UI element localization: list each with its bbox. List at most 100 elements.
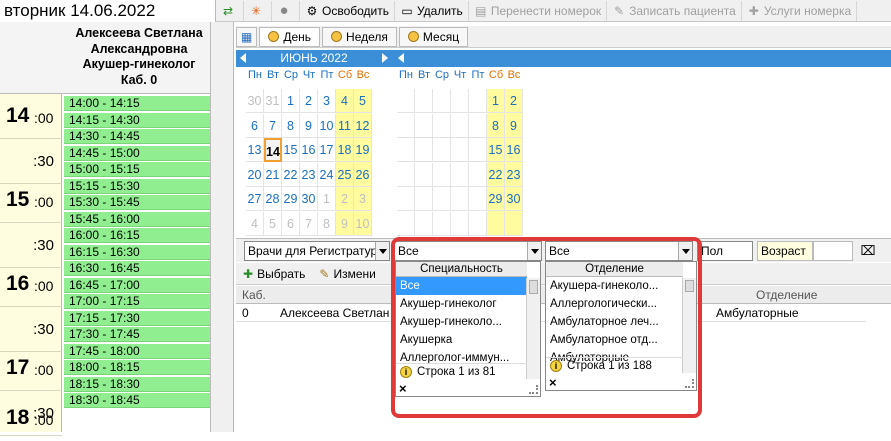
calendar-day[interactable]: 2 xyxy=(336,187,354,211)
calendar-day[interactable]: 8 xyxy=(282,113,300,138)
star-button[interactable]: ✳ xyxy=(244,0,272,21)
calendar-day[interactable]: 17 xyxy=(318,138,336,162)
calendar-day[interactable]: 22 xyxy=(282,162,300,187)
calendar-day[interactable]: 7 xyxy=(300,211,318,236)
calendar-day[interactable]: 5 xyxy=(354,89,372,113)
time-slot[interactable]: 15:00 - 15:15 xyxy=(64,162,210,177)
calendar-day xyxy=(451,89,469,113)
time-slot[interactable]: 16:45 - 17:00 xyxy=(64,277,210,293)
calendar-day[interactable]: 2 xyxy=(505,89,523,113)
tab-week[interactable]: Неделя xyxy=(322,26,397,47)
calendar-day[interactable]: 10 xyxy=(318,113,336,138)
calendar-day[interactable]: 16 xyxy=(300,138,318,162)
calendar-day[interactable]: 31 xyxy=(264,89,282,113)
calendar-day[interactable]: 6 xyxy=(282,211,300,236)
select-button[interactable]: ✚ Выбрать xyxy=(236,267,312,281)
time-slot[interactable]: 14:00 - 14:15 xyxy=(64,96,210,111)
refresh-button[interactable]: ⇄ xyxy=(216,0,244,21)
hour-label: 16 xyxy=(6,272,30,295)
time-slot[interactable]: 16:15 - 16:30 xyxy=(64,244,210,260)
time-slot[interactable]: 16:00 - 16:15 xyxy=(64,228,210,243)
calendar-day[interactable]: 29 xyxy=(487,187,505,211)
calendar-day xyxy=(397,89,415,113)
edit-button[interactable]: ✎ Измени xyxy=(312,267,382,281)
time-slot[interactable]: 18:15 - 18:30 xyxy=(64,376,210,392)
calendar-day[interactable]: 29 xyxy=(282,187,300,211)
calendar-day[interactable]: 15 xyxy=(282,138,300,162)
calendar-day xyxy=(469,211,487,236)
calendar-day[interactable]: 1 xyxy=(282,89,300,113)
calendar-day[interactable]: 9 xyxy=(300,113,318,138)
age-input[interactable] xyxy=(813,241,853,261)
calendar-day[interactable]: 22 xyxy=(487,162,505,187)
time-slot[interactable]: 17:30 - 17:45 xyxy=(64,327,210,342)
calendar-day[interactable]: 19 xyxy=(354,138,372,162)
calendar-day[interactable]: 8 xyxy=(487,113,505,138)
calendar-day[interactable]: 9 xyxy=(505,113,523,138)
time-slot[interactable]: 16:30 - 16:45 xyxy=(64,261,210,276)
time-slot[interactable]: 15:45 - 16:00 xyxy=(64,211,210,227)
time-slot[interactable]: 18:30 - 18:45 xyxy=(64,393,210,408)
minute-label: :00 xyxy=(34,278,54,294)
calendar-day[interactable]: 9 xyxy=(336,211,354,236)
record-patient-button[interactable]: ✎ Записать пациента xyxy=(607,0,742,21)
calendar-day[interactable]: 14 xyxy=(264,138,282,162)
calendar-day[interactable]: 3 xyxy=(354,187,372,211)
calendar-day[interactable]: 5 xyxy=(264,211,282,236)
calendar-day[interactable]: 25 xyxy=(336,162,354,187)
calendar-day[interactable]: 15 xyxy=(487,138,505,162)
time-slot[interactable]: 15:15 - 15:30 xyxy=(64,178,210,194)
record-button[interactable]: ● xyxy=(272,0,300,21)
calendar-day[interactable]: 2 xyxy=(300,89,318,113)
time-slot[interactable]: 18:00 - 18:15 xyxy=(64,360,210,375)
calendar-day[interactable]: 4 xyxy=(336,89,354,113)
calendar-day[interactable]: 10 xyxy=(354,211,372,236)
calendar-day[interactable]: 20 xyxy=(246,162,264,187)
prev-month-icon[interactable] xyxy=(240,53,246,63)
time-slot[interactable]: 14:15 - 14:30 xyxy=(64,112,210,128)
calendar-button[interactable]: ▦ xyxy=(236,26,258,47)
calendar-day[interactable]: 1 xyxy=(487,89,505,113)
calendar-day[interactable]: 18 xyxy=(336,138,354,162)
doctors-group-select[interactable]: Врачи для Регистратуры xyxy=(244,241,390,261)
calendar-day[interactable]: 3 xyxy=(318,89,336,113)
calendar-day[interactable]: 21 xyxy=(264,162,282,187)
calendar-day[interactable]: 13 xyxy=(246,138,264,162)
calendar-day[interactable]: 4 xyxy=(246,211,264,236)
calendar-day[interactable]: 27 xyxy=(246,187,264,211)
calendar-day[interactable]: 28 xyxy=(264,187,282,211)
time-slot[interactable]: 17:45 - 18:00 xyxy=(64,343,210,359)
calendar-day[interactable]: 11 xyxy=(336,113,354,138)
calendar-header: ИЮНЬ 2022 xyxy=(236,50,891,67)
time-slot[interactable]: 17:15 - 17:30 xyxy=(64,310,210,326)
tab-day[interactable]: День xyxy=(259,26,321,47)
splitter[interactable] xyxy=(210,22,234,432)
calendar-day[interactable]: 30 xyxy=(505,187,523,211)
calendar-day[interactable]: 24 xyxy=(318,162,336,187)
calendar-day[interactable]: 26 xyxy=(354,162,372,187)
tab-month[interactable]: Месяц xyxy=(398,26,469,47)
clear-filter-icon[interactable]: ⌧ xyxy=(858,243,878,259)
services-label: Услуги номерка xyxy=(763,3,852,18)
calendar-day[interactable]: 23 xyxy=(300,162,318,187)
gender-select[interactable]: Пол xyxy=(697,241,753,261)
next-month-icon[interactable] xyxy=(382,53,388,63)
calendar-day[interactable]: 12 xyxy=(354,113,372,138)
release-button[interactable]: ⚙ Освободить xyxy=(300,0,395,21)
calendar-day[interactable]: 30 xyxy=(300,187,318,211)
delete-button[interactable]: ▭ Удалить xyxy=(395,0,469,21)
time-slot[interactable]: 15:30 - 15:45 xyxy=(64,195,210,210)
calendar-day[interactable]: 6 xyxy=(246,113,264,138)
calendar-day[interactable]: 30 xyxy=(246,89,264,113)
calendar-day[interactable]: 23 xyxy=(505,162,523,187)
services-button[interactable]: ✚ Услуги номерка xyxy=(742,0,858,21)
calendar-day[interactable]: 1 xyxy=(318,187,336,211)
calendar-day[interactable]: 8 xyxy=(318,211,336,236)
prev-month-icon-2[interactable] xyxy=(398,53,404,63)
calendar-day[interactable]: 16 xyxy=(505,138,523,162)
transfer-button[interactable]: ▤ Перенести номерок xyxy=(469,0,608,21)
time-slot[interactable]: 17:00 - 17:15 xyxy=(64,294,210,309)
time-slot[interactable]: 14:45 - 15:00 xyxy=(64,145,210,161)
calendar-day[interactable]: 7 xyxy=(264,113,282,138)
time-slot[interactable]: 14:30 - 14:45 xyxy=(64,129,210,144)
